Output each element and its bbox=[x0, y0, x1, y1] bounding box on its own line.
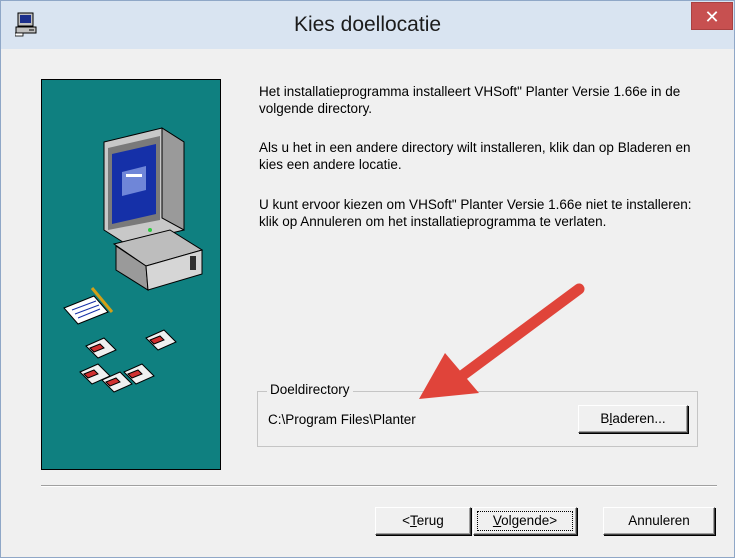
info-paragraph-install-location: Het installatieprogramma installeert VHS… bbox=[259, 84, 681, 116]
back-label-prefix: < bbox=[402, 513, 411, 528]
browse-label-prefix: B bbox=[600, 411, 610, 426]
info-paragraph-change-directory: Als u het in een andere directory wilt i… bbox=[259, 140, 691, 172]
next-label-suffix: olgende> bbox=[501, 513, 558, 528]
back-button[interactable]: <Terug bbox=[375, 507, 471, 535]
info-paragraph-cancel-option: U kunt ervoor kiezen om VHSoft" Planter … bbox=[259, 197, 692, 229]
computer-with-floppy-disks-illustration bbox=[63, 127, 204, 393]
side-illustration-panel bbox=[41, 79, 221, 470]
destination-path: C:\Program Files\Planter bbox=[268, 412, 416, 427]
window-title: Kies doellocatie bbox=[293, 13, 442, 36]
next-mnemonic: V bbox=[492, 513, 502, 528]
setup-dialog: Kies doellocatie ✕ Het installatieprogra… bbox=[0, 0, 735, 558]
close-button[interactable]: ✕ bbox=[691, 2, 733, 30]
button-separator-highlight bbox=[41, 486, 717, 487]
next-button[interactable]: Volgende> bbox=[473, 507, 577, 535]
cancel-button[interactable]: Annuleren bbox=[603, 507, 715, 535]
destination-group-label: Doeldirectory bbox=[267, 382, 353, 397]
title-bar[interactable]: Kies doellocatie ✕ bbox=[1, 1, 734, 49]
close-icon: ✕ bbox=[704, 7, 720, 27]
back-mnemonic: T bbox=[410, 513, 417, 528]
browse-label-suffix: aderen... bbox=[612, 411, 666, 426]
back-label-suffix: erug bbox=[416, 513, 444, 528]
browse-button[interactable]: Bladeren... bbox=[578, 405, 688, 433]
